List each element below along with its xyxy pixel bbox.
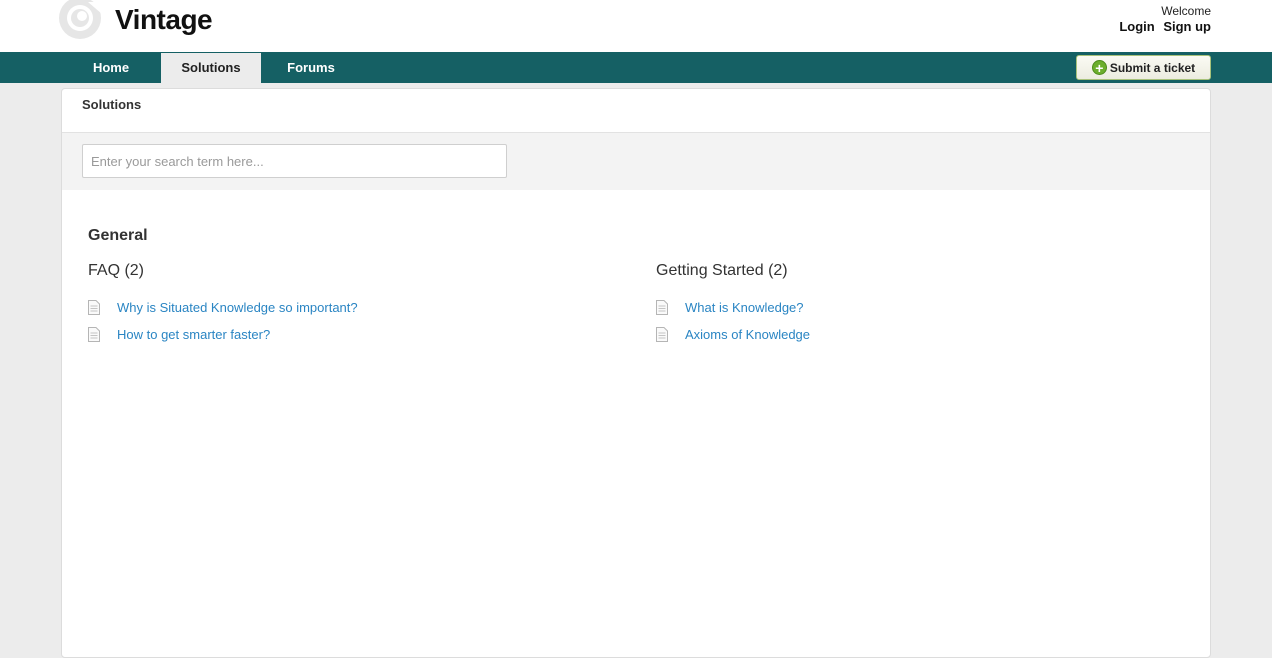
document-icon bbox=[656, 327, 668, 342]
folder-getting-started: Getting Started (2) What is Knowledge? A… bbox=[656, 262, 1156, 348]
search-bar bbox=[62, 133, 1210, 190]
article-link[interactable]: What is Knowledge? bbox=[685, 300, 804, 315]
search-input[interactable] bbox=[82, 144, 507, 178]
document-icon bbox=[88, 327, 100, 342]
article-item[interactable]: How to get smarter faster? bbox=[88, 321, 588, 348]
article-link[interactable]: How to get smarter faster? bbox=[117, 327, 270, 342]
solutions-panel: Solutions General FAQ (2) Why is Situate… bbox=[61, 88, 1211, 658]
logo-icon[interactable] bbox=[58, 0, 104, 42]
tab-home[interactable]: Home bbox=[62, 52, 160, 83]
site-header: Vintage Welcome Login Sign up bbox=[0, 0, 1272, 52]
submit-ticket-button[interactable]: + Submit a ticket bbox=[1076, 55, 1211, 80]
tab-forums[interactable]: Forums bbox=[261, 52, 361, 83]
article-link[interactable]: Axioms of Knowledge bbox=[685, 327, 810, 342]
login-link[interactable]: Login bbox=[1119, 19, 1154, 34]
panel-title: Solutions bbox=[82, 97, 142, 112]
signup-link[interactable]: Sign up bbox=[1163, 19, 1211, 34]
folder-faq: FAQ (2) Why is Situated Knowledge so imp… bbox=[88, 262, 588, 348]
article-item[interactable]: What is Knowledge? bbox=[656, 294, 1156, 321]
article-item[interactable]: Why is Situated Knowledge so important? bbox=[88, 294, 588, 321]
article-item[interactable]: Axioms of Knowledge bbox=[656, 321, 1156, 348]
submit-ticket-label: Submit a ticket bbox=[1109, 60, 1196, 75]
auth-links: Login Sign up bbox=[1114, 19, 1211, 34]
folder-title[interactable]: Getting Started (2) bbox=[656, 262, 1156, 280]
category-heading[interactable]: General bbox=[88, 227, 148, 245]
plus-icon: + bbox=[1091, 60, 1107, 76]
welcome-text: Welcome bbox=[1161, 4, 1211, 18]
tab-solutions[interactable]: Solutions bbox=[161, 53, 261, 83]
brand-name[interactable]: Vintage bbox=[115, 4, 213, 36]
folder-title[interactable]: FAQ (2) bbox=[88, 262, 588, 280]
document-icon bbox=[656, 300, 668, 315]
document-icon bbox=[88, 300, 100, 315]
article-link[interactable]: Why is Situated Knowledge so important? bbox=[117, 300, 358, 315]
